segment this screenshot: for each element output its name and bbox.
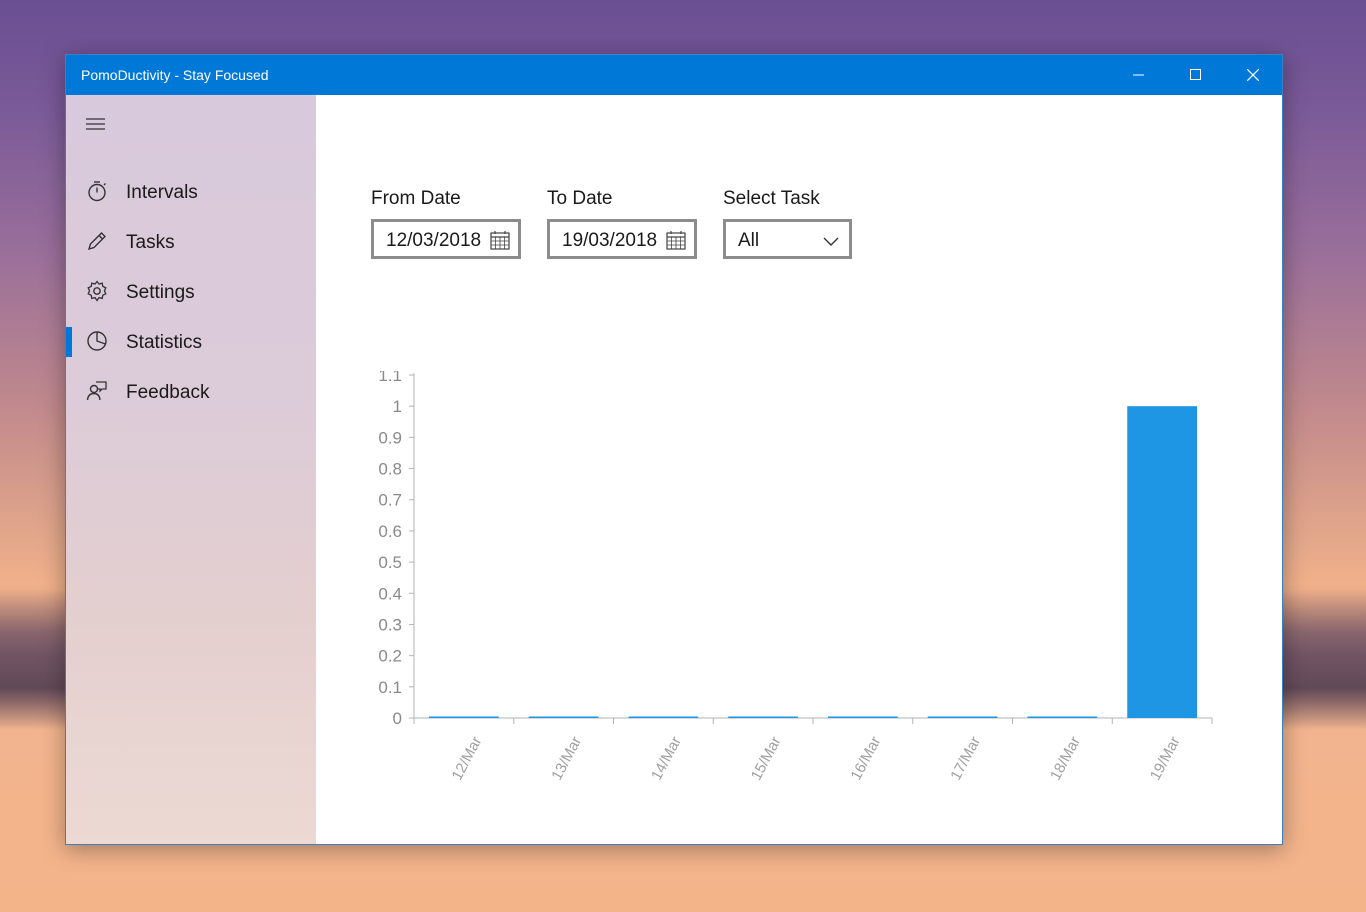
x-tick-label: 15/Mar (748, 734, 785, 783)
x-tick-label: 13/Mar (548, 734, 585, 783)
select-task-label: Select Task (723, 188, 820, 209)
bar (1127, 406, 1197, 718)
x-tick-label: 12/Mar (448, 734, 485, 783)
nav-item-feedback[interactable]: Feedback (66, 369, 316, 415)
to-date-picker[interactable]: 19/03/2018 (547, 219, 697, 259)
to-date-label: To Date (547, 188, 613, 209)
nav-item-tasks[interactable]: Tasks (66, 219, 316, 265)
to-date-value: 19/03/2018 (562, 230, 658, 251)
minimize-icon (1132, 74, 1144, 76)
timer-icon (86, 180, 108, 202)
maximize-button[interactable] (1167, 55, 1224, 95)
nav-label-statistics: Statistics (126, 332, 203, 353)
maximize-icon (1189, 69, 1201, 80)
bar (828, 716, 898, 718)
nav-label-settings: Settings (126, 282, 195, 303)
x-tick-label: 16/Mar (847, 734, 884, 783)
y-tick-label: 0.7 (378, 491, 402, 510)
calendar-icon (490, 230, 510, 250)
nav-label-intervals: Intervals (126, 182, 198, 203)
x-tick-label: 17/Mar (947, 734, 984, 783)
app-window: PomoDuctivity - Stay Focused Intervals T… (65, 54, 1283, 845)
statistics-bar-chart: 0 0.1 0.2 0.3 0.4 0.5 0.6 0.7 0.8 0.9 1 1.1 12/Mar 13… (378, 371, 1213, 783)
bar (429, 716, 499, 718)
y-tick-label: 1.1 (378, 371, 402, 385)
y-tick-label: 0.8 (378, 460, 402, 479)
chevron-down-icon (823, 234, 839, 246)
close-icon (1246, 69, 1259, 81)
hamburger-menu-button[interactable] (86, 117, 106, 133)
pie-chart-icon (86, 330, 108, 352)
nav-item-intervals[interactable]: Intervals (66, 169, 316, 215)
task-select-dropdown[interactable]: All (723, 219, 852, 259)
hamburger-icon (86, 118, 105, 130)
y-tick-label: 0 (393, 709, 402, 728)
y-tick-label: 0.6 (378, 522, 402, 541)
y-tick-label: 0.3 (378, 615, 402, 634)
nav-label-tasks: Tasks (126, 232, 175, 253)
task-select-value: All (738, 230, 760, 251)
x-tick-label: 18/Mar (1047, 734, 1084, 783)
navigation-pane: Intervals Tasks Settings Statistics Feed… (66, 95, 316, 844)
bar (528, 716, 599, 718)
bar (728, 716, 798, 718)
y-tick-label: 0.1 (378, 678, 402, 697)
from-date-label: From Date (371, 188, 461, 209)
feedback-icon (86, 380, 108, 402)
y-tick-label: 0.4 (378, 584, 402, 603)
bar (927, 716, 998, 718)
bar (628, 716, 699, 718)
title-bar[interactable]: PomoDuctivity - Stay Focused (66, 55, 1282, 95)
y-tick-label: 0.5 (378, 553, 402, 572)
nav-item-statistics[interactable]: Statistics (66, 319, 316, 365)
pencil-icon (86, 230, 108, 252)
x-tick-label: 14/Mar (648, 734, 685, 783)
from-date-value: 12/03/2018 (386, 230, 482, 251)
minimize-button[interactable] (1110, 55, 1167, 95)
y-tick-label: 0.9 (378, 428, 402, 447)
close-button[interactable] (1224, 55, 1281, 95)
from-date-picker[interactable]: 12/03/2018 (371, 219, 521, 259)
nav-item-settings[interactable]: Settings (66, 269, 316, 315)
selection-indicator (66, 327, 72, 357)
calendar-icon (666, 230, 686, 250)
y-tick-label: 1 (393, 397, 402, 416)
window-title: PomoDuctivity - Stay Focused (81, 67, 269, 83)
x-tick-label: 19/Mar (1147, 734, 1184, 783)
y-tick-label: 0.2 (378, 647, 402, 666)
bar (1027, 716, 1098, 718)
nav-label-feedback: Feedback (126, 382, 210, 403)
gear-icon (86, 280, 108, 302)
